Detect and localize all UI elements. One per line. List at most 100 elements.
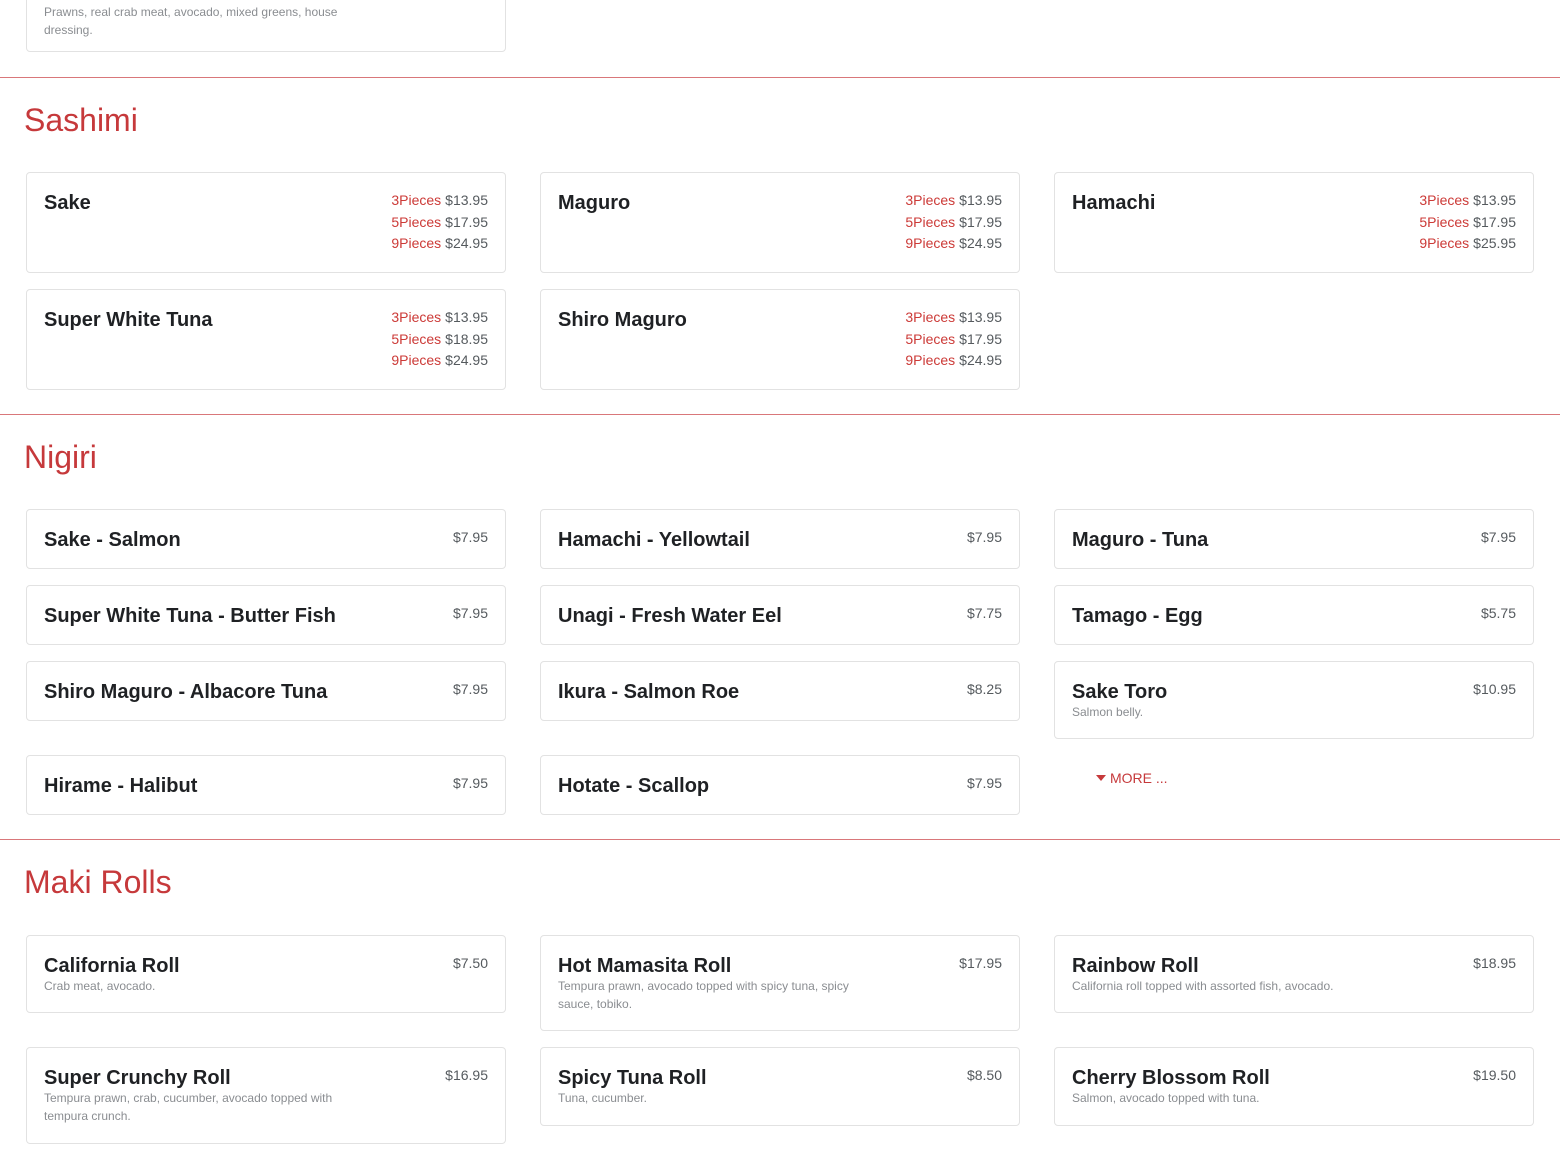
item-description: Salmon, avocado topped with tuna. bbox=[1072, 1091, 1260, 1105]
caret-down-icon bbox=[1096, 775, 1106, 781]
price-tier: 9Pieces $24.95 bbox=[391, 233, 488, 255]
item-name: Shiro Maguro bbox=[558, 309, 687, 331]
tier-quantity: 3Pieces bbox=[1419, 192, 1470, 208]
menu-item-card[interactable]: Spicy Tuna Roll Tuna, cucumber. $8.50 bbox=[540, 1047, 1020, 1126]
price-tiers: 3Pieces $13.95 5Pieces $17.95 9Pieces $24.9… bbox=[391, 190, 488, 255]
tier-price: $13.95 bbox=[959, 192, 1002, 208]
price-tier: 9Pieces $25.95 bbox=[1419, 233, 1516, 255]
item-name: Spicy Tuna Roll bbox=[558, 1067, 707, 1089]
tier-price: $18.95 bbox=[445, 330, 488, 347]
menu-item-card[interactable]: Unagi - Fresh Water Eel $7.75 bbox=[540, 585, 1020, 645]
menu-item-card[interactable]: Ikura - Salmon Roe $8.25 bbox=[540, 661, 1020, 721]
price-tier: 9Pieces $24.95 bbox=[905, 350, 1002, 372]
item-name: Cherry Blossom Roll bbox=[1072, 1067, 1270, 1089]
tier-price: $17.95 bbox=[959, 330, 1002, 347]
item-description: Tempura prawn, avocado topped with spicy… bbox=[558, 979, 849, 1011]
menu-item-card[interactable]: Hotate - Scallop $7.95 bbox=[540, 755, 1020, 815]
price-tier: 3Pieces $13.95 bbox=[905, 307, 1002, 329]
menu-item-card[interactable]: California Roll Crab meat, avocado. $7.5… bbox=[26, 935, 506, 1013]
tier-quantity: 3Pieces bbox=[905, 192, 956, 208]
tier-quantity: 3Pieces bbox=[391, 309, 442, 325]
item-name: Hotate - Scallop bbox=[558, 775, 710, 797]
menu-item-card[interactable]: Cherry Blossom Roll Salmon, avocado topp… bbox=[1054, 1047, 1534, 1126]
menu-item-card[interactable]: Super Crunchy Roll Tempura prawn, crab, … bbox=[26, 1047, 506, 1144]
price-tier: 5Pieces $18.95 bbox=[391, 329, 488, 351]
item-name: Maguro bbox=[558, 192, 631, 214]
menu-item-card[interactable]: Shiro Maguro 3Pieces $13.95 5Pieces $17.95… bbox=[540, 289, 1020, 390]
tier-quantity: 9Pieces bbox=[905, 235, 956, 251]
tier-quantity: 5Pieces bbox=[1419, 213, 1470, 230]
tier-price: $17.95 bbox=[445, 213, 488, 230]
section-title-sashimi: Sashimi bbox=[24, 102, 138, 138]
section-title-nigiri: Nigiri bbox=[24, 439, 97, 475]
item-price: $8.25 bbox=[966, 681, 1002, 697]
menu-item-card[interactable]: Shiro Maguro - Albacore Tuna $7.95 bbox=[26, 661, 506, 721]
price-tiers: 3Pieces $13.95 5Pieces $17.95 9Pieces $24.9… bbox=[905, 307, 1002, 372]
item-price: $7.95 bbox=[452, 605, 488, 621]
item-name: Tamago - Egg bbox=[1072, 605, 1203, 627]
tier-quantity: 3Pieces bbox=[391, 192, 442, 208]
tier-price: $13.95 bbox=[959, 309, 1002, 325]
menu-item-card[interactable]: Maguro - Tuna $7.95 bbox=[1054, 509, 1534, 569]
price-tier: 5Pieces $17.95 bbox=[391, 212, 488, 234]
price-tier: 3Pieces $13.95 bbox=[1419, 190, 1516, 212]
more-button[interactable]: MORE ... bbox=[1096, 770, 1168, 786]
price-tier: 3Pieces $13.95 bbox=[391, 190, 488, 212]
item-price: $7.95 bbox=[966, 775, 1002, 791]
item-name: Hamachi - Yellowtail bbox=[558, 529, 750, 551]
menu-item-card[interactable]: Sake Toro Salmon belly. $10.95 bbox=[1054, 661, 1534, 739]
item-name: Maguro - Tuna bbox=[1072, 529, 1209, 551]
item-name: Sake Toro bbox=[1072, 681, 1168, 703]
section-divider bbox=[0, 839, 1560, 840]
tier-quantity: 5Pieces bbox=[391, 213, 442, 230]
item-price: $7.95 bbox=[1480, 529, 1516, 545]
price-tiers: 3Pieces $13.95 5Pieces $17.95 9Pieces $25.9… bbox=[1419, 190, 1516, 255]
item-price: $5.75 bbox=[1480, 605, 1516, 621]
item-price: $7.95 bbox=[452, 775, 488, 791]
tier-quantity: 9Pieces bbox=[1419, 235, 1470, 251]
section-divider bbox=[0, 77, 1560, 78]
item-name: Super White Tuna - Butter Fish bbox=[44, 605, 336, 627]
item-description: California roll topped with assorted fis… bbox=[1072, 979, 1334, 993]
item-price: $7.95 bbox=[966, 529, 1002, 545]
item-description: Prawns, real crab meat, avocado, mixed g… bbox=[44, 5, 338, 37]
item-price: $7.95 bbox=[452, 681, 488, 697]
item-name: Shiro Maguro - Albacore Tuna bbox=[44, 681, 328, 703]
item-price: $16.95 bbox=[445, 1067, 488, 1083]
menu-item-card[interactable]: Maguro 3Pieces $13.95 5Pieces $17.95 9Piec… bbox=[540, 172, 1020, 273]
tier-price: $13.95 bbox=[445, 192, 488, 208]
item-description: Tempura prawn, crab, cucumber, avocado t… bbox=[44, 1091, 333, 1123]
menu-item-card[interactable]: Prawns, real crab meat, avocado, mixed g… bbox=[26, 0, 506, 52]
item-description: Salmon belly. bbox=[1072, 705, 1144, 719]
menu-item-card[interactable]: Sake - Salmon $7.95 bbox=[26, 509, 506, 569]
menu-item-card[interactable]: Sake 3Pieces $13.95 5Pieces $17.95 9Pieces… bbox=[26, 172, 506, 273]
item-name: Hot Mamasita Roll bbox=[558, 955, 732, 977]
item-price: $7.50 bbox=[452, 955, 488, 971]
tier-quantity: 5Pieces bbox=[905, 213, 956, 230]
item-price: $7.75 bbox=[966, 605, 1002, 621]
menu-item-card[interactable]: Hamachi - Yellowtail $7.95 bbox=[540, 509, 1020, 569]
tier-price: $13.95 bbox=[445, 309, 488, 325]
menu-item-card[interactable]: Hirame - Halibut $7.95 bbox=[26, 755, 506, 815]
tier-price: $17.95 bbox=[1473, 213, 1516, 230]
item-name: Hirame - Halibut bbox=[44, 775, 198, 797]
menu-item-card[interactable]: Tamago - Egg $5.75 bbox=[1054, 585, 1534, 645]
menu-item-card[interactable]: Super White Tuna - Butter Fish $7.95 bbox=[26, 585, 506, 645]
tier-quantity: 5Pieces bbox=[391, 330, 442, 347]
menu-item-card[interactable]: Hamachi 3Pieces $13.95 5Pieces $17.95 9Pie… bbox=[1054, 172, 1534, 273]
price-tier: 5Pieces $17.95 bbox=[905, 212, 1002, 234]
menu-item-card[interactable]: Rainbow Roll California roll topped with… bbox=[1054, 935, 1534, 1013]
item-name: California Roll bbox=[44, 955, 180, 977]
tier-price: $17.95 bbox=[959, 213, 1002, 230]
menu-item-card[interactable]: Hot Mamasita Roll Tempura prawn, avocado… bbox=[540, 935, 1020, 1031]
menu-page: Prawns, real crab meat, avocado, mixed g… bbox=[0, 0, 1560, 1153]
price-tier: 5Pieces $17.95 bbox=[1419, 212, 1516, 234]
menu-item-card[interactable]: Super White Tuna 3Pieces $13.95 5Pieces $1… bbox=[26, 289, 506, 390]
item-price: $8.50 bbox=[966, 1067, 1002, 1083]
price-tier: 3Pieces $13.95 bbox=[391, 307, 488, 329]
section-title-maki-rolls: Maki Rolls bbox=[24, 864, 172, 900]
price-tiers: 3Pieces $13.95 5Pieces $17.95 9Pieces $24.9… bbox=[905, 190, 1002, 255]
tier-price: $24.95 bbox=[959, 352, 1002, 368]
tier-price: $25.95 bbox=[1473, 235, 1516, 251]
tier-price: $24.95 bbox=[445, 235, 488, 251]
